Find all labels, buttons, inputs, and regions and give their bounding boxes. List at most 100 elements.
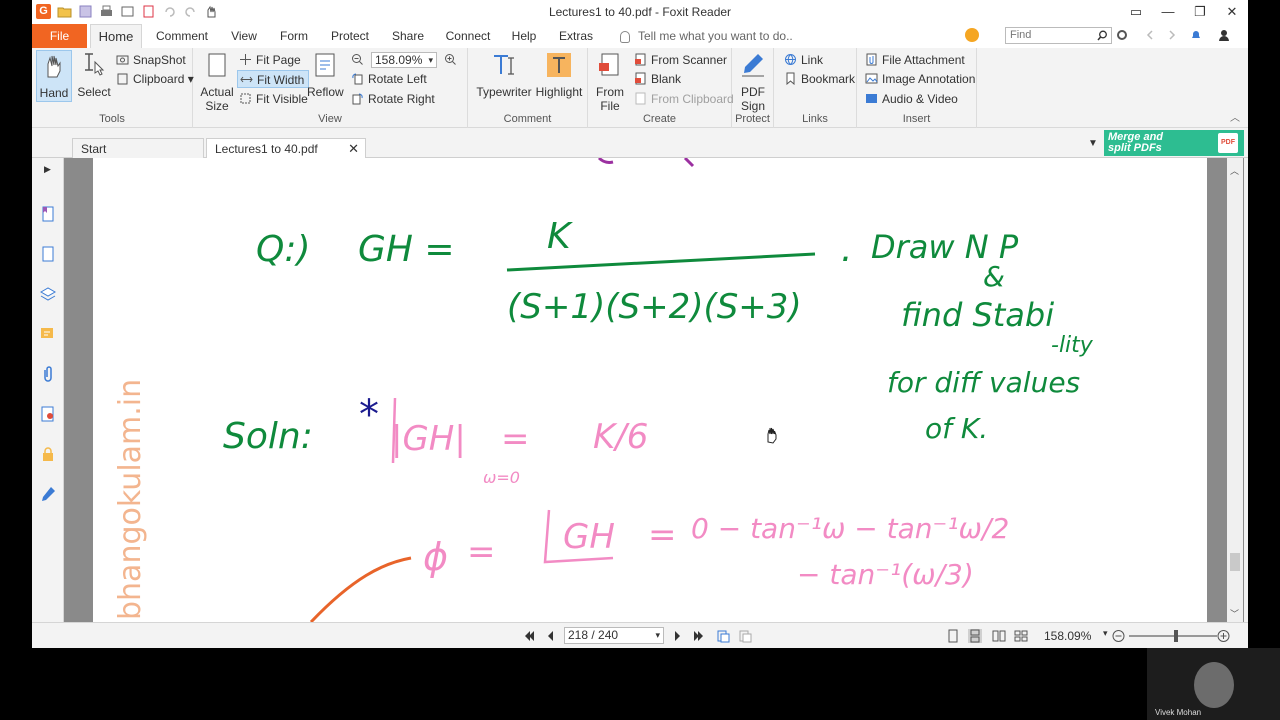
maximize-button[interactable]: ❐: [1184, 0, 1216, 24]
tabs-dropdown-icon[interactable]: ▼: [1088, 138, 1098, 149]
zoom-slider-knob[interactable]: [1174, 630, 1178, 642]
snapshot-button[interactable]: SnapShot: [116, 51, 186, 69]
fit-visible-button[interactable]: Fit Visible: [239, 90, 308, 108]
search-icon[interactable]: [1097, 30, 1108, 41]
rotate-left-button[interactable]: Rotate Left: [351, 70, 427, 88]
continuous-facing-icon[interactable]: [1014, 629, 1028, 643]
from-scanner-button[interactable]: From Scanner: [634, 51, 727, 69]
user-icon[interactable]: [1217, 28, 1231, 42]
facing-pages-icon[interactable]: [992, 629, 1006, 643]
collapse-ribbon-icon[interactable]: ︿: [1230, 109, 1240, 124]
zoom-out-icon[interactable]: [351, 53, 364, 66]
select-tool-button[interactable]: Select: [76, 50, 112, 99]
bell-icon[interactable]: [1189, 28, 1203, 42]
page-dropdown-icon[interactable]: ▾: [655, 628, 660, 643]
previous-view-icon[interactable]: [716, 629, 730, 643]
reflow-button[interactable]: Reflow: [307, 50, 344, 99]
expand-panel-icon[interactable]: ▶: [44, 164, 51, 175]
sign-pen-panel-icon[interactable]: [40, 486, 56, 502]
zoom-slider[interactable]: [1129, 630, 1217, 642]
tab-file[interactable]: File: [32, 24, 87, 48]
tab-comment[interactable]: Comment: [150, 24, 214, 48]
link-button[interactable]: Link: [784, 51, 823, 69]
zoom-dropdown-icon[interactable]: ▾: [1103, 628, 1108, 639]
tab-form[interactable]: Form: [274, 24, 314, 48]
image-annotation-button[interactable]: Image Annotation: [865, 70, 975, 88]
bookmark-button[interactable]: Bookmark: [784, 70, 855, 88]
comments-panel-icon[interactable]: [40, 326, 56, 342]
fit-page-button[interactable]: Fit Page: [239, 51, 301, 69]
tab-start[interactable]: Start: [72, 138, 204, 158]
tab-extras[interactable]: Extras: [554, 24, 598, 48]
redo-icon[interactable]: [183, 4, 198, 19]
prev-result-icon[interactable]: [1143, 28, 1157, 42]
gear-icon[interactable]: [1115, 28, 1129, 42]
clipboard-button[interactable]: Clipboard ▾: [116, 70, 194, 88]
actual-size-button[interactable]: Actual Size: [199, 50, 235, 113]
continuous-page-icon[interactable]: [968, 629, 982, 643]
tab-share[interactable]: Share: [386, 24, 430, 48]
next-result-icon[interactable]: [1165, 28, 1179, 42]
zoom-in-icon[interactable]: [444, 53, 457, 66]
first-page-icon[interactable]: [522, 629, 536, 643]
scrollbar-thumb[interactable]: [1230, 553, 1240, 571]
restore-layout-button[interactable]: ▭: [1120, 0, 1152, 24]
previous-page-icon[interactable]: [544, 629, 556, 643]
blank-button[interactable]: Blank: [634, 70, 681, 88]
last-page-icon[interactable]: [692, 629, 706, 643]
tab-help[interactable]: Help: [508, 24, 540, 48]
security-lock-icon[interactable]: [40, 446, 56, 462]
status-zoom-value[interactable]: 158.09%: [1044, 629, 1091, 643]
close-window-button[interactable]: ✕: [1216, 0, 1248, 24]
new-doc-icon[interactable]: [141, 4, 156, 19]
tab-connect[interactable]: Connect: [440, 24, 496, 48]
single-page-icon[interactable]: [946, 629, 960, 643]
typewriter-button[interactable]: Typewriter: [474, 50, 534, 99]
close-tab-icon[interactable]: ✕: [348, 139, 359, 159]
merge-split-ad-banner[interactable]: Merge and split PDFs PDF: [1104, 130, 1244, 156]
window-icon[interactable]: [120, 4, 135, 19]
hand-dropdown-icon[interactable]: [204, 4, 219, 19]
bookmarks-panel-icon[interactable]: [40, 206, 56, 222]
page-number-input[interactable]: 218 / 240 ▾: [564, 627, 664, 644]
pages-panel-icon[interactable]: [40, 246, 56, 262]
zoom-select[interactable]: 158.09% ▾: [371, 52, 437, 68]
print-icon[interactable]: [99, 4, 114, 19]
zoom-in-status-icon[interactable]: [1217, 629, 1230, 643]
layers-panel-icon[interactable]: [40, 286, 56, 302]
pdf-page[interactable]: bhangokulam.in Q:) GH = K (S+1)(S+2)(S+3…: [93, 158, 1207, 622]
app-logo-icon[interactable]: G: [36, 4, 51, 19]
attachments-panel-icon[interactable]: [40, 366, 56, 382]
next-page-icon[interactable]: [672, 629, 684, 643]
tab-current-document[interactable]: Lectures1 to 40.pdf ✕: [206, 138, 366, 158]
file-attachment-button[interactable]: File Attachment: [865, 51, 965, 69]
tab-protect[interactable]: Protect: [324, 24, 376, 48]
fit-width-button[interactable]: Fit Width: [237, 70, 310, 88]
document-viewport[interactable]: bhangokulam.in Q:) GH = K (S+1)(S+2)(S+3…: [64, 158, 1244, 622]
minimize-button[interactable]: —: [1152, 0, 1184, 24]
next-view-icon[interactable]: [738, 629, 752, 643]
hand-tool-button[interactable]: Hand: [36, 50, 72, 102]
zoom-out-status-icon[interactable]: [1112, 629, 1125, 643]
scroll-down-icon[interactable]: ﹀: [1230, 607, 1239, 620]
from-clipboard-button[interactable]: From Clipboard: [634, 90, 734, 108]
tell-me-search[interactable]: Tell me what you want to do..: [620, 24, 793, 48]
tab-home[interactable]: Home: [90, 24, 142, 48]
signatures-panel-icon[interactable]: [40, 406, 56, 422]
vertical-scrollbar[interactable]: ︿ ﹀: [1227, 158, 1243, 622]
find-input[interactable]: Find: [1005, 27, 1112, 44]
notification-icon[interactable]: [965, 28, 979, 42]
open-folder-icon[interactable]: [57, 4, 72, 19]
undo-icon[interactable]: [162, 4, 177, 19]
highlight-button[interactable]: Highlight: [534, 50, 584, 99]
save-icon[interactable]: [78, 4, 93, 19]
scroll-up-icon[interactable]: ︿: [1230, 164, 1239, 177]
group-view: Actual Size Fit Page Fit Width Fit Visib…: [193, 48, 468, 128]
tab-view[interactable]: View: [224, 24, 264, 48]
group-label-view: View: [318, 113, 342, 125]
from-file-button[interactable]: From File: [592, 50, 628, 113]
rotate-right-button[interactable]: Rotate Right: [351, 90, 435, 108]
audio-video-button[interactable]: Audio & Video: [865, 90, 958, 108]
zoom-value: 158.09%: [375, 53, 423, 67]
pdf-sign-button[interactable]: PDF Sign: [735, 50, 771, 113]
